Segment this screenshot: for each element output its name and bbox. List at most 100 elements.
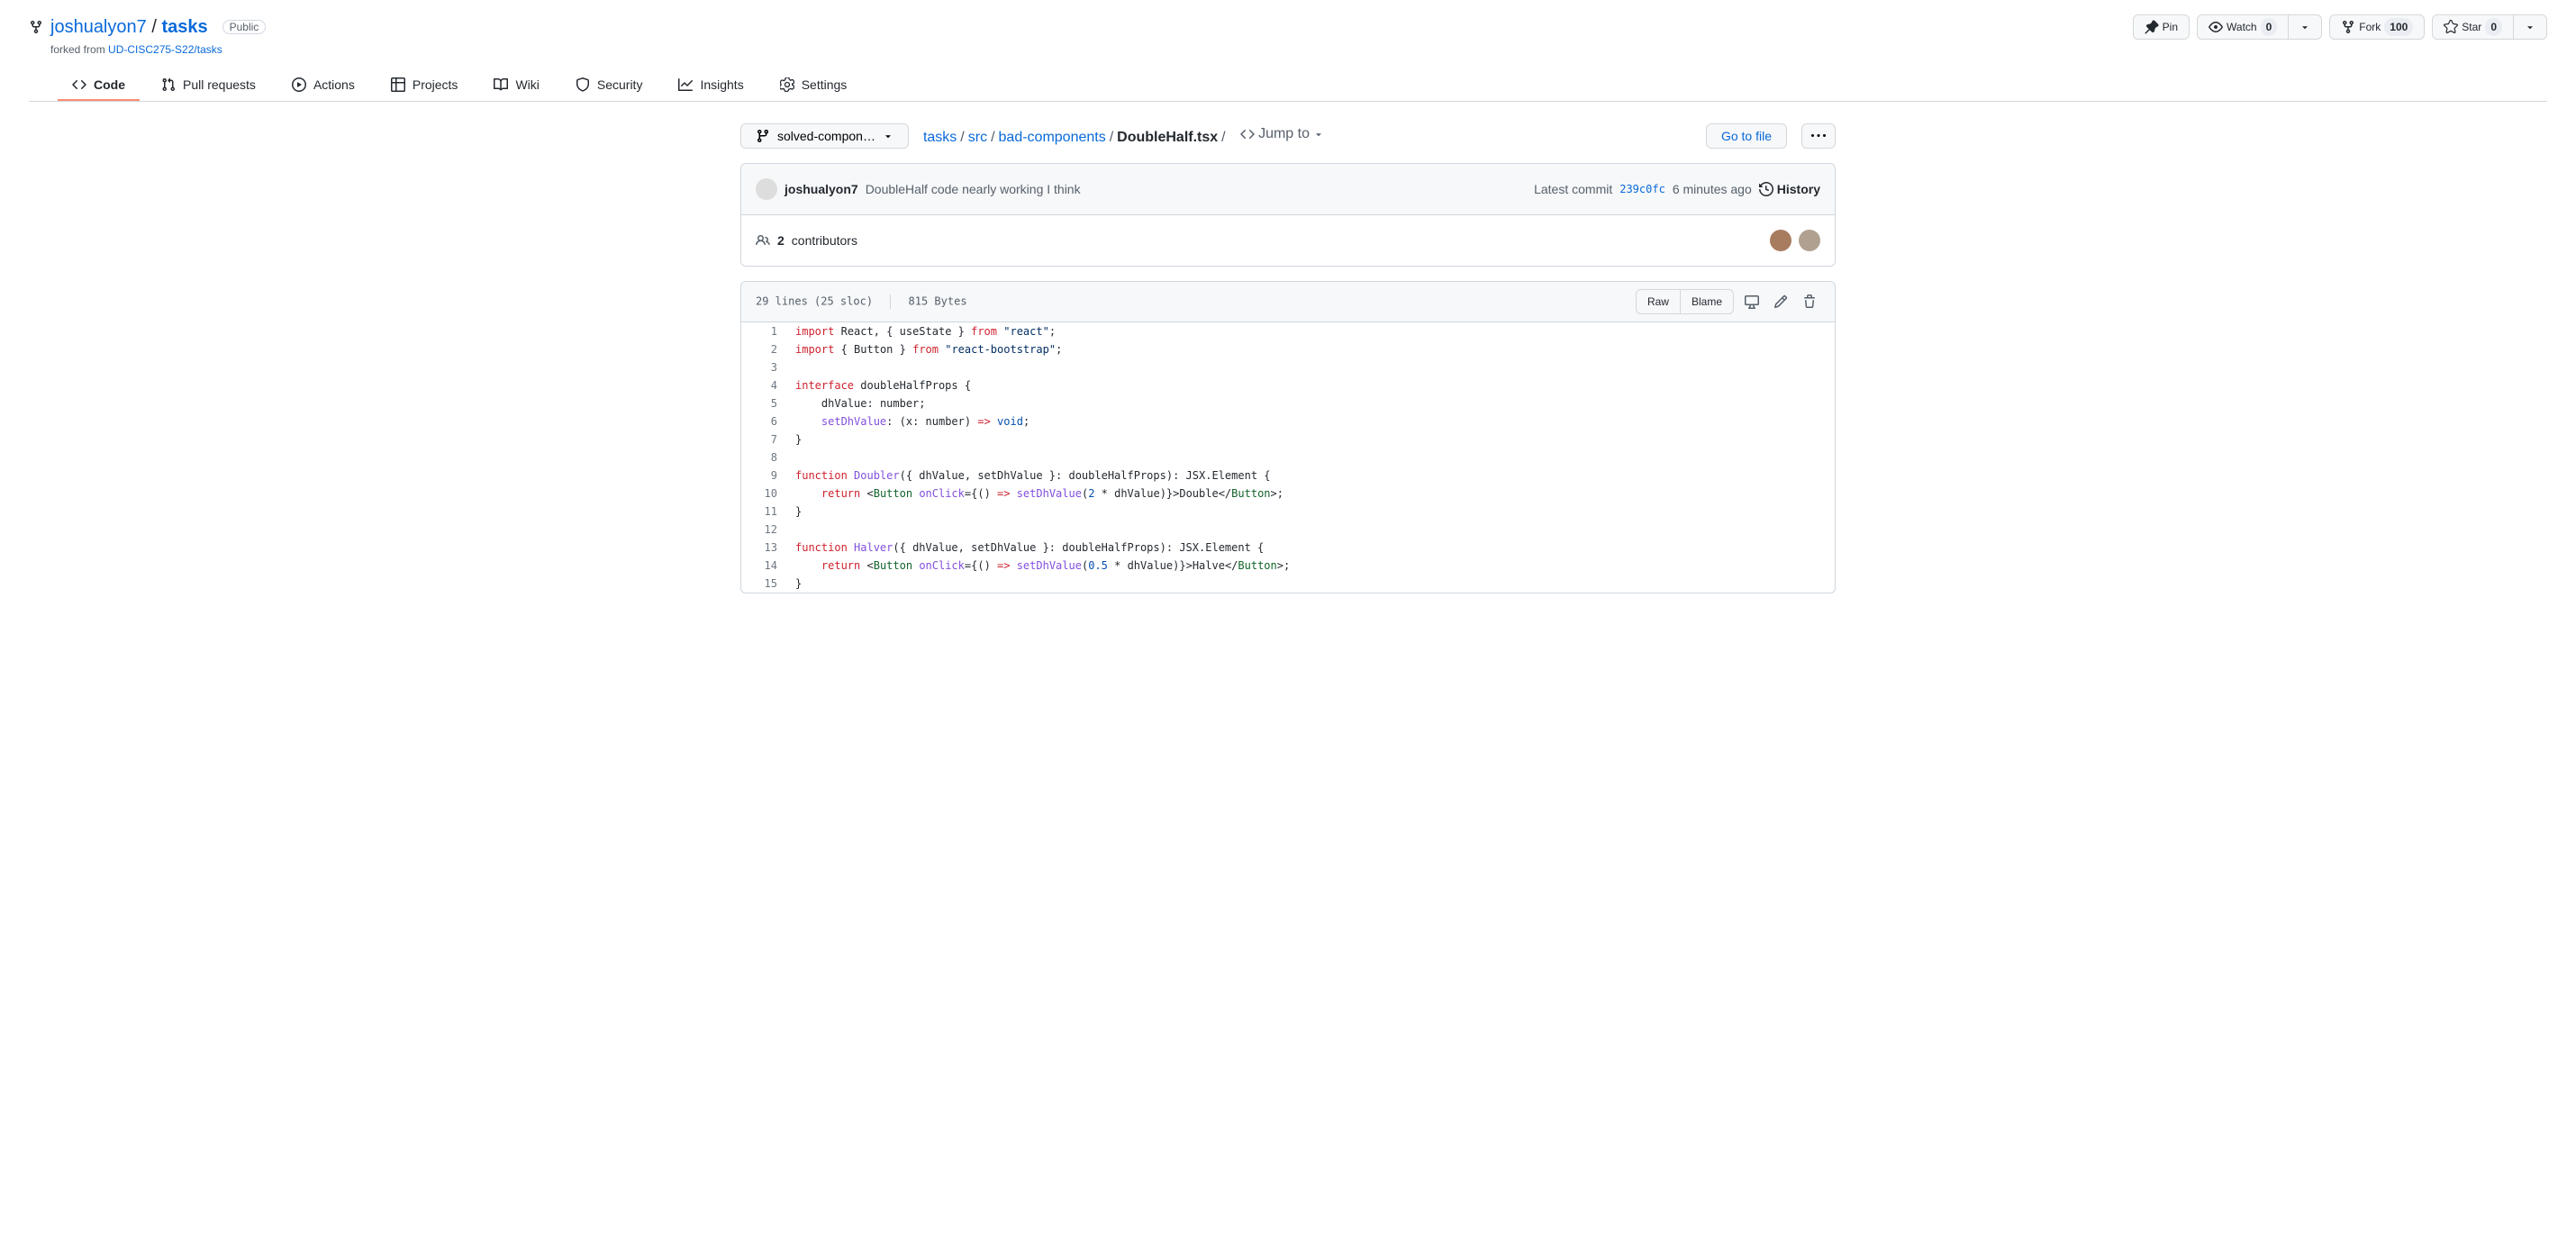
- breadcrumb: tasks/src/bad-components/DoubleHalf.tsx/…: [923, 126, 1692, 146]
- forked-from-link[interactable]: UD-CISC275-S22/tasks: [108, 43, 222, 56]
- code-line: 9function Doubler({ dhValue, setDhValue …: [741, 466, 1835, 485]
- star-icon: [2444, 20, 2458, 34]
- jump-to-button[interactable]: Jump to: [1240, 126, 1324, 142]
- line-number[interactable]: 13: [741, 539, 786, 557]
- line-number[interactable]: 9: [741, 466, 786, 485]
- triangle-down-icon: [883, 131, 893, 141]
- branch-select-button[interactable]: solved-compon…: [740, 123, 909, 149]
- line-number[interactable]: 5: [741, 394, 786, 412]
- edit-button[interactable]: [1770, 291, 1791, 312]
- code-line: 3: [741, 358, 1835, 376]
- line-content: }: [786, 430, 1835, 448]
- line-number[interactable]: 14: [741, 557, 786, 575]
- code-line: 12: [741, 521, 1835, 539]
- visibility-badge: Public: [222, 20, 267, 34]
- trash-icon: [1802, 294, 1817, 309]
- pencil-icon: [1773, 294, 1788, 309]
- table-icon: [391, 77, 405, 92]
- code-line: 6 setDhValue: (x: number) => void;: [741, 412, 1835, 430]
- line-number[interactable]: 8: [741, 448, 786, 466]
- line-content: [786, 448, 1835, 466]
- triangle-down-icon: [2299, 22, 2310, 32]
- fork-button[interactable]: Fork 100: [2329, 14, 2425, 40]
- code-table: 1import React, { useState } from "react"…: [741, 322, 1835, 593]
- graph-icon: [678, 77, 693, 92]
- code-line: 10 return <Button onClick={() => setDhVa…: [741, 485, 1835, 503]
- line-number[interactable]: 1: [741, 322, 786, 340]
- kebab-horizontal-icon: [1811, 129, 1826, 143]
- tab-wiki[interactable]: Wiki: [479, 70, 553, 101]
- line-content: import { Button } from "react-bootstrap"…: [786, 340, 1835, 358]
- watch-menu-button[interactable]: [2289, 14, 2322, 40]
- commit-author-avatar[interactable]: [756, 178, 777, 200]
- history-link[interactable]: History: [1759, 182, 1820, 196]
- line-number[interactable]: 11: [741, 503, 786, 521]
- line-content: import React, { useState } from "react";: [786, 322, 1835, 340]
- code-line: 14 return <Button onClick={() => setDhVa…: [741, 557, 1835, 575]
- breadcrumb-src[interactable]: src: [968, 130, 987, 145]
- line-content: return <Button onClick={() => setDhValue…: [786, 557, 1835, 575]
- git-branch-icon: [756, 129, 770, 143]
- commit-author-link[interactable]: joshualyon7: [785, 182, 858, 196]
- blame-button[interactable]: Blame: [1681, 289, 1734, 314]
- code-line: 2import { Button } from "react-bootstrap…: [741, 340, 1835, 358]
- code-line: 1import React, { useState } from "react"…: [741, 322, 1835, 340]
- commit-message-link[interactable]: DoubleHalf code nearly working I think: [866, 182, 1081, 196]
- line-content: function Halver({ dhValue, setDhValue }:…: [786, 539, 1835, 557]
- code-line: 15}: [741, 575, 1835, 593]
- tab-insights[interactable]: Insights: [664, 70, 757, 101]
- line-number[interactable]: 12: [741, 521, 786, 539]
- line-number[interactable]: 7: [741, 430, 786, 448]
- fork-count: 100: [2384, 18, 2413, 36]
- tab-actions[interactable]: Actions: [277, 70, 369, 101]
- watch-count: 0: [2261, 18, 2278, 36]
- line-number[interactable]: 3: [741, 358, 786, 376]
- people-icon: [756, 233, 770, 248]
- contributors-count: 2: [777, 233, 785, 248]
- code-line: 7}: [741, 430, 1835, 448]
- code-line: 4interface doubleHalfProps {: [741, 376, 1835, 394]
- more-options-button[interactable]: [1801, 123, 1836, 149]
- tab-projects[interactable]: Projects: [376, 70, 473, 101]
- triangle-down-icon: [2525, 22, 2535, 32]
- raw-button[interactable]: Raw: [1636, 289, 1681, 314]
- tab-code[interactable]: Code: [58, 70, 140, 101]
- go-to-file-button[interactable]: Go to file: [1706, 123, 1787, 149]
- line-number[interactable]: 10: [741, 485, 786, 503]
- watch-button[interactable]: Watch 0: [2197, 14, 2289, 40]
- repo-link[interactable]: tasks: [161, 17, 207, 37]
- line-number[interactable]: 2: [741, 340, 786, 358]
- code-line: 5 dhValue: number;: [741, 394, 1835, 412]
- line-content: function Doubler({ dhValue, setDhValue }…: [786, 466, 1835, 485]
- tab-pull-requests[interactable]: Pull requests: [147, 70, 270, 101]
- latest-commit-label: Latest commit: [1534, 182, 1612, 196]
- code-line: 13function Halver({ dhValue, setDhValue …: [741, 539, 1835, 557]
- repo-forked-icon: [29, 20, 43, 34]
- line-content: interface doubleHalfProps {: [786, 376, 1835, 394]
- breadcrumb-root[interactable]: tasks: [923, 130, 957, 145]
- breadcrumb-bad[interactable]: bad-components: [999, 130, 1106, 145]
- line-number[interactable]: 15: [741, 575, 786, 593]
- tab-security[interactable]: Security: [561, 70, 658, 101]
- commit-time: 6 minutes ago: [1673, 182, 1752, 196]
- commit-sha-link[interactable]: 239c0fc: [1619, 183, 1665, 195]
- line-content: setDhValue: (x: number) => void;: [786, 412, 1835, 430]
- open-desktop-button[interactable]: [1741, 291, 1763, 312]
- pin-icon: [2145, 20, 2159, 34]
- star-menu-button[interactable]: [2514, 14, 2547, 40]
- star-button[interactable]: Star 0: [2432, 14, 2514, 40]
- line-content: }: [786, 503, 1835, 521]
- owner-link[interactable]: joshualyon7: [50, 17, 147, 37]
- eye-icon: [2209, 20, 2223, 34]
- line-number[interactable]: 6: [741, 412, 786, 430]
- tab-settings[interactable]: Settings: [766, 70, 862, 101]
- pin-button[interactable]: Pin: [2133, 14, 2190, 40]
- book-icon: [494, 77, 508, 92]
- forked-label: forked from: [50, 43, 105, 56]
- device-desktop-icon: [1745, 294, 1759, 309]
- contributor-avatar-1[interactable]: [1770, 230, 1791, 251]
- delete-button[interactable]: [1799, 291, 1820, 312]
- contributor-avatar-2[interactable]: [1799, 230, 1820, 251]
- line-number[interactable]: 4: [741, 376, 786, 394]
- shield-icon: [576, 77, 590, 92]
